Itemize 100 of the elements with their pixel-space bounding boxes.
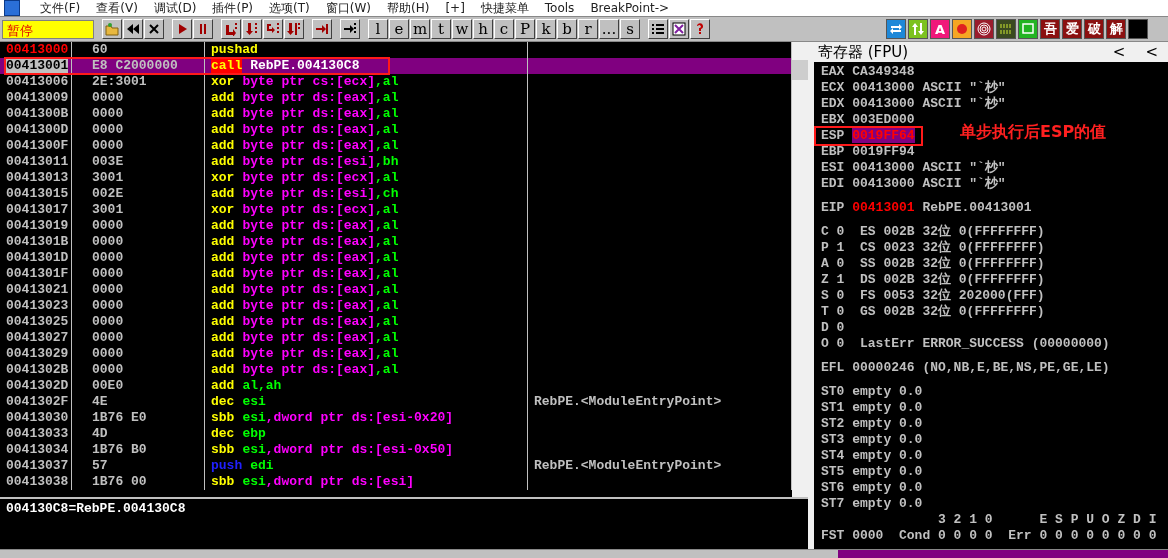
help-icon[interactable] — [690, 19, 710, 39]
hex-cell-text: 0000 — [91, 106, 124, 121]
play-icon[interactable] — [172, 19, 192, 39]
windows-icon[interactable] — [669, 19, 689, 39]
register-value[interactable]: 00413000 — [852, 80, 915, 95]
trace-over-icon[interactable] — [284, 19, 304, 39]
monitor-icon[interactable] — [1018, 19, 1038, 39]
address-cell: 00413013 — [6, 170, 69, 185]
hex-cell-text: 0000 — [91, 362, 124, 377]
register-value[interactable]: CA349348 — [852, 64, 915, 79]
plugin-button[interactable]: 破 — [1084, 19, 1104, 39]
eflags-line: EFL 00000246 (NO,NB,E,BE,NS,PE,GE,LE) — [821, 360, 1110, 376]
step-into-icon[interactable] — [221, 19, 241, 39]
address-cell: 00413034 — [6, 442, 69, 457]
fpu-line: ST1 empty 0.0 — [821, 400, 923, 416]
fpu-line: ST4 empty 0.0 — [821, 448, 923, 464]
registers-title: 寄存器 (FPU) — [818, 42, 909, 62]
register-value[interactable]: 00413001 — [852, 200, 915, 215]
register-value[interactable]: 0019FF94 — [852, 144, 915, 159]
menu-item[interactable]: 帮助(H) — [379, 0, 438, 17]
close-icon[interactable] — [144, 19, 164, 39]
nav-button[interactable]: < — [1135, 43, 1168, 61]
swap-icon[interactable] — [886, 19, 906, 39]
toolbar-button[interactable]: e — [389, 19, 409, 39]
hex-cell-text: 0000 — [91, 250, 124, 265]
toolbar-button[interactable]: h — [473, 19, 493, 39]
instruction-text: dec esi — [211, 394, 266, 409]
menu-item[interactable]: BreakPoint-> — [582, 1, 678, 15]
toolbar-button[interactable]: k — [536, 19, 556, 39]
toolbar-button[interactable]: c — [494, 19, 514, 39]
toolbar-button[interactable]: t — [431, 19, 451, 39]
hex-cell-text: 0000 — [91, 90, 124, 105]
toolbar-button[interactable]: s — [620, 19, 640, 39]
toolbar-button[interactable]: r — [578, 19, 598, 39]
disassembly-row[interactable]: 00413001 E8 C2000000 call RebPE.004130C8 — [0, 58, 792, 74]
instruction-text: sbb esi,dword ptr ds:[esi-0x50] — [211, 442, 454, 457]
plugin-button[interactable]: A — [930, 19, 950, 39]
record-icon[interactable] — [952, 19, 972, 39]
address-cell: 00413037 — [6, 458, 69, 473]
menu-item[interactable]: 调试(D) — [145, 0, 205, 17]
address-cell: 00413000 — [6, 42, 69, 57]
fpu-line: ST3 empty 0.0 — [821, 432, 923, 448]
register-value[interactable]: 00413000 — [852, 160, 915, 175]
hex-cell-text: 0000 — [91, 314, 124, 329]
scrollbar[interactable] — [792, 42, 808, 497]
hex-cell-text: 0000 — [91, 234, 124, 249]
hex-cell-text: 1B76 E0 — [91, 410, 147, 425]
flag-line: C 0 ES 002B 32位 0(FFFFFFFF) — [821, 224, 1045, 240]
register-value[interactable]: 00413000 — [852, 176, 915, 191]
menu-item[interactable]: 文件(F) — [32, 0, 89, 17]
address-cell: 00413017 — [6, 202, 69, 217]
register-line: EBP 0019FF94 — [821, 144, 915, 160]
comment-cell: RebPE.<ModuleEntryPoint> — [534, 394, 722, 409]
hex-cell-text: 00E0 — [91, 378, 124, 393]
address-cell: 00413021 — [6, 282, 69, 297]
toolbar-button[interactable]: l — [368, 19, 388, 39]
trace-into-icon[interactable] — [263, 19, 283, 39]
menu-item[interactable]: Tools — [536, 1, 583, 15]
binary-icon[interactable] — [996, 19, 1016, 39]
folder-icon[interactable] — [102, 19, 122, 39]
hex-cell-text: 0000 — [91, 282, 124, 297]
menu-item[interactable]: 选项(T) — [261, 0, 318, 17]
pause-icon[interactable] — [193, 19, 213, 39]
menu-item[interactable]: 窗口(W) — [317, 0, 379, 17]
nav-button[interactable]: < — [1102, 43, 1136, 61]
address-cell: 0041300B — [6, 106, 69, 121]
instruction-text: add al,ah — [211, 378, 282, 393]
address-cell: 00413009 — [6, 90, 69, 105]
menu-item[interactable]: 插件(P) — [204, 0, 262, 17]
return-icon[interactable] — [312, 19, 332, 39]
goto-icon[interactable] — [340, 19, 360, 39]
flag-line: S 0 FS 0053 32位 202000(FFF) — [821, 288, 1045, 304]
toolbar-button[interactable]: ... — [599, 19, 619, 39]
register-value[interactable]: 003ED000 — [852, 112, 915, 127]
toolbar-button[interactable]: w — [452, 19, 472, 39]
up-down-icon[interactable] — [908, 19, 928, 39]
plugin-button[interactable]: 爱 — [1062, 19, 1082, 39]
menu-item[interactable]: 快捷菜单 — [472, 0, 537, 17]
toolbar-button[interactable]: P — [515, 19, 535, 39]
plugin-button[interactable]: 吾 — [1040, 19, 1060, 39]
menu-item[interactable]: 查看(V) — [88, 0, 146, 17]
instruction-text: add byte ptr ds:[eax],al — [211, 330, 399, 345]
list-icon[interactable] — [648, 19, 668, 39]
rewind-icon[interactable] — [123, 19, 143, 39]
register-value[interactable]: 00413000 — [852, 96, 915, 111]
menu-item[interactable]: [+] — [437, 1, 473, 15]
plugin-button[interactable] — [1128, 19, 1148, 39]
instruction-text: add byte ptr ds:[eax],al — [211, 234, 399, 249]
target-icon[interactable] — [974, 19, 994, 39]
toolbar-button[interactable]: b — [557, 19, 577, 39]
address-cell: 0041301D — [6, 250, 69, 265]
plugin-button[interactable]: 解 — [1106, 19, 1126, 39]
toolbar-button[interactable]: m — [410, 19, 430, 39]
step-over-icon[interactable] — [242, 19, 262, 39]
register-line: EAX CA349348 — [821, 64, 915, 80]
instruction-text: add byte ptr ds:[eax],al — [211, 314, 399, 329]
instruction-text: add byte ptr ds:[eax],al — [211, 138, 399, 153]
status-label: 暂停 — [2, 19, 94, 39]
address-cell: 00413033 — [6, 426, 69, 441]
instruction-text: add byte ptr ds:[eax],al — [211, 266, 399, 281]
